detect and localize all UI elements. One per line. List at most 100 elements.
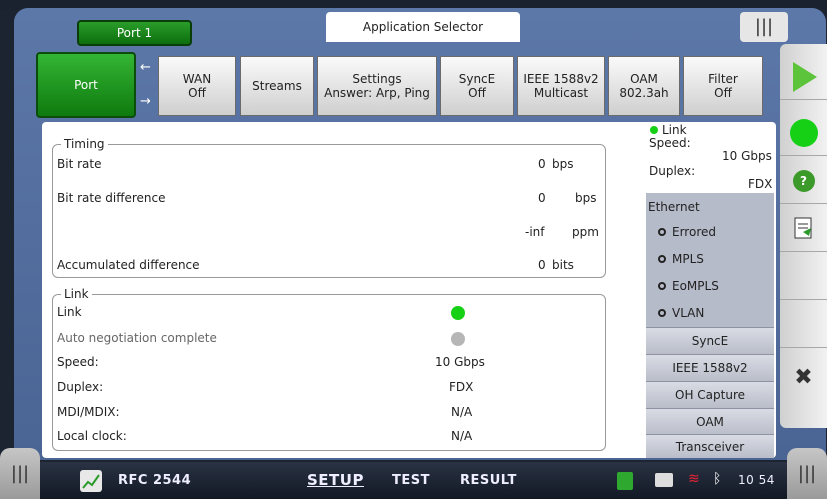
radio-icon (658, 254, 666, 263)
radio-icon (658, 281, 666, 290)
tab-label: SyncE (458, 72, 496, 86)
status-link-led (650, 126, 658, 134)
rail-empty-slot-2[interactable] (780, 302, 827, 348)
application-selector-button[interactable]: Application Selector (326, 12, 520, 42)
radio-eompls[interactable]: EoMPLS (646, 272, 774, 299)
status-led-icon (789, 118, 818, 147)
bit-rate-diff-value: 0 (538, 191, 546, 205)
status-indicator-button[interactable] (780, 110, 827, 156)
mdi-label: MDI/MDIX: (57, 405, 120, 419)
timing-group: Timing Bit rate 0 bps Bit rate differenc… (52, 137, 606, 278)
grip-icon: ||| (10, 463, 30, 484)
tab-port[interactable]: Port (36, 52, 136, 118)
radio-icon (658, 308, 666, 317)
tab-label: OAM (630, 72, 658, 86)
speed-label: Speed: (57, 355, 99, 369)
config-tab-bar: Port ← → WAN Off Streams Settings Answer… (36, 52, 776, 120)
tab-streams[interactable]: Streams (240, 56, 314, 116)
acc-diff-value: 0 (538, 258, 546, 272)
tab-settings[interactable]: Settings Answer: Arp, Ping (317, 56, 437, 116)
tab-sublabel: Off (714, 86, 732, 100)
side-button-ieee1588[interactable]: IEEE 1588v2 (646, 354, 774, 381)
bit-rate-label: Bit rate (57, 157, 102, 171)
bit-rate-value: 0 (538, 157, 546, 171)
side-button-synce[interactable]: SyncE (646, 327, 774, 354)
tab-ieee1588[interactable]: IEEE 1588v2 Multicast (517, 56, 605, 116)
tab-label: IEEE 1588v2 (523, 72, 599, 86)
side-button-transceiver[interactable]: Transceiver (646, 434, 774, 458)
side-button-oam[interactable]: OAM (646, 408, 774, 435)
ppm-unit: ppm (572, 225, 599, 239)
tab-label: Port (74, 78, 98, 92)
tab-sublabel: Off (188, 86, 206, 100)
side-button-label: Transceiver (675, 439, 745, 454)
tools-button[interactable]: ✖ (780, 354, 827, 400)
tab-navigation-arrows: ← → (138, 58, 156, 114)
screenshot-icon[interactable] (655, 473, 673, 487)
tab-label: Settings (352, 72, 402, 86)
side-button-label: SyncE (691, 334, 729, 348)
test-app-icon[interactable] (80, 470, 102, 492)
acc-diff-label: Accumulated difference (57, 258, 200, 272)
tab-synce[interactable]: SyncE Off (440, 56, 514, 116)
tab-label: Filter (708, 72, 738, 86)
nav-test[interactable]: TEST (392, 462, 430, 499)
link-legend: Link (61, 287, 92, 301)
radio-label: MPLS (672, 251, 704, 266)
ethernet-label: Ethernet (648, 199, 700, 214)
nav-setup[interactable]: SETUP (307, 462, 364, 499)
radio-vlan[interactable]: VLAN (646, 299, 774, 326)
autoneg-status-led (451, 332, 465, 346)
status-link-label: Link (662, 123, 687, 137)
side-button-label: IEEE 1588v2 (672, 361, 748, 375)
port-selector-tab[interactable]: Port 1 (77, 20, 192, 46)
bluetooth-icon: ᛒ (713, 471, 722, 487)
tab-filter[interactable]: Filter Off (683, 56, 763, 116)
top-menu-handle[interactable]: ||| (740, 12, 788, 42)
tab-oam[interactable]: OAM 802.3ah (608, 56, 680, 116)
power-icon (617, 472, 633, 490)
bit-rate-unit: bps (552, 157, 574, 171)
link-status-led (451, 306, 465, 320)
radio-label: VLAN (672, 305, 705, 320)
left-drawer-handle[interactable]: ||| (0, 448, 40, 499)
duplex-value: FDX (449, 380, 474, 394)
test-name-label[interactable]: RFC 2544 (118, 462, 191, 499)
report-icon (794, 217, 811, 238)
autoneg-label: Auto negotiation complete (57, 331, 217, 345)
link-label: Link (57, 305, 82, 319)
help-button[interactable]: ? (780, 158, 827, 204)
ppm-value: -inf (525, 225, 545, 239)
local-clock-label: Local clock: (57, 429, 127, 443)
clock-time: 10 54 (738, 473, 775, 487)
right-drawer-handle[interactable]: ||| (787, 448, 827, 499)
speed-value: 10 Gbps (435, 355, 485, 369)
arrow-left-icon: ← (140, 60, 151, 75)
grip-icon: ||| (754, 16, 774, 37)
tab-sublabel: Multicast (533, 86, 589, 100)
link-group: Link Link Auto negotiation complete Spee… (52, 287, 606, 451)
tab-wan[interactable]: WAN Off (158, 56, 236, 116)
play-icon (792, 61, 817, 92)
help-icon: ? (792, 169, 815, 192)
rail-empty-slot-1[interactable] (780, 254, 827, 300)
side-button-oh-capture[interactable]: OH Capture (646, 381, 774, 408)
radio-errored[interactable]: Errored (646, 218, 774, 245)
right-action-rail: ? ✖ (780, 44, 827, 428)
bit-rate-diff-unit: bps (575, 191, 597, 205)
mdi-value: N/A (451, 405, 473, 419)
status-speed-value: 10 Gbps (722, 149, 772, 163)
radio-mpls[interactable]: MPLS (646, 245, 774, 272)
nav-result[interactable]: RESULT (460, 462, 517, 499)
tab-sublabel: Answer: Arp, Ping (324, 86, 430, 100)
start-button[interactable] (780, 54, 827, 100)
side-button-label: OAM (696, 415, 724, 429)
app-window: Port 1 Application Selector ||| Port ← →… (0, 0, 827, 499)
report-button[interactable] (780, 206, 827, 252)
status-duplex-label: Duplex: (649, 164, 696, 178)
side-button-label: OH Capture (675, 388, 745, 402)
tools-icon: ✖ (794, 364, 813, 390)
ethernet-header: Ethernet (646, 193, 774, 220)
arrow-right-icon: → (140, 94, 151, 109)
radio-icon (658, 227, 666, 236)
